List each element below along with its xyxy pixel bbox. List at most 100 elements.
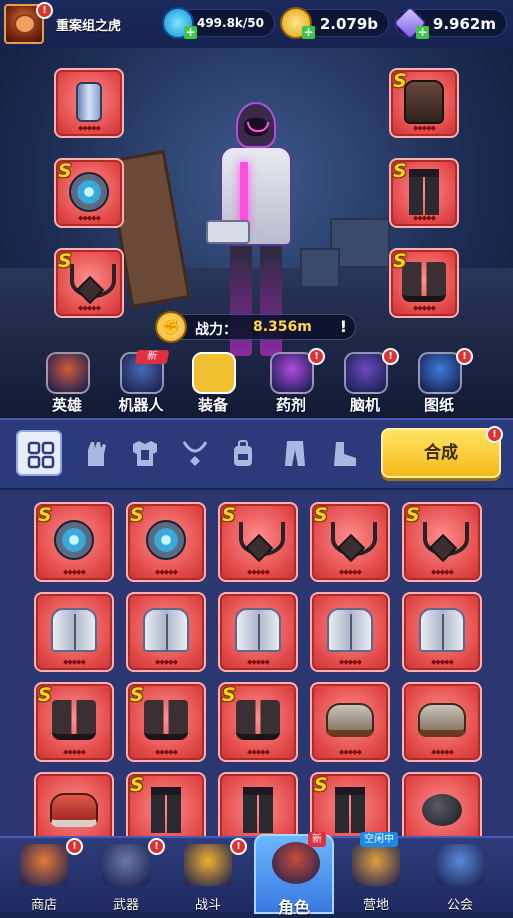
item-slot[interactable]: S◆◆◆◆◆	[126, 682, 206, 762]
gem-resource[interactable]: + 9.962m	[393, 6, 507, 40]
item-slot[interactable]: ◆◆◆◆◆	[310, 592, 390, 672]
fist-icon: ✊	[155, 311, 187, 343]
category-tab-equipment[interactable]: 装备	[180, 352, 246, 416]
filter-shoes-tab[interactable]	[322, 430, 368, 476]
alert-badge: !	[308, 348, 325, 365]
nav-label: 武器	[112, 898, 139, 913]
power-value: 8.356m	[253, 319, 312, 335]
item-slot[interactable]: ◆◆◆◆◆	[402, 592, 482, 672]
filter-necklace-tab[interactable]	[172, 430, 218, 476]
character-icon	[272, 842, 320, 884]
category-label: 脑机	[349, 396, 380, 414]
star-rating: ◆◆◆◆◆	[431, 568, 454, 576]
item-slot[interactable]: S◆◆◆◆◆	[126, 772, 206, 836]
star-rating: ◆◆◆◆◆	[431, 658, 454, 666]
item-slot[interactable]: ◆◆◆◆◆	[310, 682, 390, 762]
rank-label: S	[393, 250, 407, 272]
item-slot[interactable]: S◆◆◆◆◆	[310, 502, 390, 582]
add-gem-icon[interactable]: +	[416, 26, 429, 39]
power-info-icon[interactable]: !	[340, 317, 347, 336]
inventory-grid: S ◆◆◆◆◆ S ◆◆◆◆◆ S ◆◆◆◆◆ S ◆◆◆◆◆ S ◆◆◆◆◆ ◆◆◆◆◆ ◆◆◆◆◆…	[0, 490, 513, 836]
category-label: 图纸	[423, 396, 454, 414]
shield-icon	[146, 520, 186, 561]
nav-battle[interactable]: 战斗!	[168, 838, 248, 914]
filter-armor-tab[interactable]	[122, 430, 168, 476]
vest-icon	[404, 79, 444, 124]
item-slot[interactable]: ◆◆◆◆◆	[218, 772, 298, 836]
item-slot[interactable]: S◆◆◆◆◆	[34, 502, 114, 582]
item-slot[interactable]: S◆◆◆◆◆	[54, 158, 124, 228]
item-slot[interactable]: ◆◆◆◆◆	[34, 772, 114, 836]
item-slot[interactable]: ◆◆◆◆◆	[218, 592, 298, 672]
star-rating: ◆◆◆◆◆	[339, 658, 362, 666]
item-slot[interactable]: S◆◆◆◆◆	[310, 772, 390, 836]
item-slot[interactable]: ◆◆◆◆◆	[126, 592, 206, 672]
nav-guild[interactable]: 公会	[420, 838, 500, 914]
item-slot[interactable]: S◆◆◆◆◆	[34, 682, 114, 762]
guild-icon	[436, 844, 484, 886]
combine-alert-badge: !	[486, 426, 503, 443]
rank-label: S	[38, 504, 52, 526]
jacket-icon	[235, 608, 281, 653]
rank-label: S	[58, 160, 72, 182]
star-rating: ◆◆◆◆◆	[431, 748, 454, 756]
item-slot[interactable]: S◆◆◆◆◆	[389, 158, 459, 228]
filter-all-tab[interactable]	[16, 430, 62, 476]
bottom-nav: 商店! 武器! 战斗! 角色新营地 空闲中 公会	[0, 832, 513, 917]
category-tab-blueprint[interactable]: 图纸!	[406, 348, 473, 416]
pants-icon	[151, 787, 181, 834]
category-tab-potion[interactable]: 药剂!	[258, 348, 325, 416]
combat-power[interactable]: ✊ 战力： 8.356m !	[155, 311, 356, 343]
avatar-alert-badge: !	[36, 2, 53, 19]
star-rating: ◆◆◆◆◆	[63, 658, 86, 666]
nav-shop[interactable]: 商店!	[4, 838, 84, 914]
filter-bar: 合成 !	[0, 418, 513, 488]
filter-backpack-tab[interactable]	[220, 430, 266, 476]
nav-character[interactable]: 角色 新	[254, 832, 334, 917]
category-tab-hero[interactable]: 英雄	[34, 352, 100, 416]
player-name: 重案组之虎	[56, 19, 122, 34]
star-rating: ◆◆◆◆◆	[155, 658, 178, 666]
combine-button[interactable]: 合成	[381, 428, 501, 478]
nav-camp[interactable]: 营地 空闲中	[336, 832, 416, 914]
shop-icon	[20, 844, 68, 886]
shield-icon	[54, 520, 94, 561]
item-slot[interactable]: ◆◆◆◆◆	[54, 68, 124, 138]
item-slot[interactable]: ◆◆◆◆◆	[34, 592, 114, 672]
backpack-icon	[234, 440, 252, 466]
pants-icon	[335, 787, 365, 834]
category-tab-robot[interactable]: 机器人 新	[108, 350, 174, 416]
shoes-icon	[418, 703, 466, 738]
filter-gloves-tab[interactable]	[72, 430, 118, 476]
jacket-icon	[419, 608, 465, 653]
item-slot[interactable]: S ◆◆◆◆◆	[402, 502, 482, 582]
alert-badge: !	[66, 838, 83, 855]
alert-badge: !	[148, 838, 165, 855]
rank-label: S	[406, 504, 420, 526]
item-slot[interactable]: ◆◆◆◆◆	[402, 682, 482, 762]
nav-label: 战斗	[194, 898, 221, 913]
rank-label: S	[393, 160, 407, 182]
pants-icon	[409, 168, 439, 215]
necklace-icon	[66, 263, 116, 300]
item-slot[interactable]: S◆◆◆◆◆	[218, 682, 298, 762]
filter-pants-tab[interactable]	[272, 430, 318, 476]
item-slot[interactable]: S◆◆◆◆◆	[389, 68, 459, 138]
nav-label: 公会	[446, 898, 473, 913]
add-coin-icon[interactable]: +	[302, 26, 315, 39]
category-label: 药剂	[275, 396, 306, 414]
item-slot[interactable]: S◆◆◆◆◆	[126, 502, 206, 582]
add-energy-icon[interactable]: +	[184, 26, 197, 39]
nav-weapon[interactable]: 武器!	[86, 838, 166, 914]
canister-icon	[76, 81, 102, 122]
category-tab-brain-machine[interactable]: 脑机!	[332, 348, 399, 416]
energy-resource[interactable]: + 499.8k/50	[162, 7, 275, 39]
item-slot[interactable]: S◆◆◆◆◆	[218, 502, 298, 582]
item-slot[interactable]: S◆◆◆◆◆	[389, 248, 459, 318]
coin-value: 2.079b	[319, 15, 378, 33]
status-tag: 空闲中	[360, 832, 398, 847]
star-rating: ◆◆◆◆◆	[155, 748, 178, 756]
item-slot[interactable]: ◆◆◆◆◆	[402, 772, 482, 836]
coin-resource[interactable]: + 2.079b	[280, 7, 389, 39]
item-slot[interactable]: S◆◆◆◆◆	[54, 248, 124, 318]
